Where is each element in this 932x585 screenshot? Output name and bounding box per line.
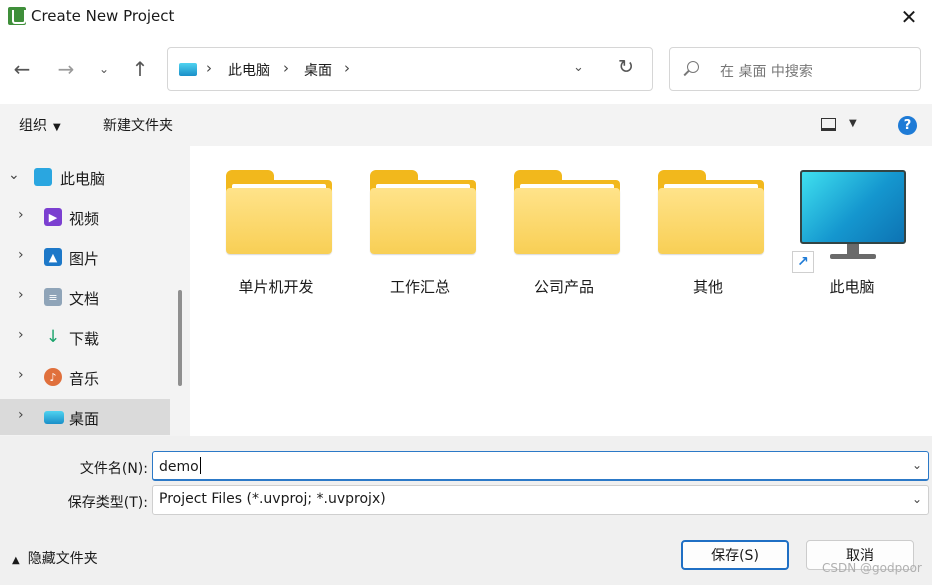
- caret-up-icon: ▲: [12, 555, 20, 566]
- music-icon: ♪: [44, 368, 62, 386]
- caret-down-icon: ▼: [53, 122, 61, 133]
- folder-icon: [226, 170, 332, 256]
- title-bar: Create New Project ✕: [0, 0, 932, 34]
- window-title: Create New Project: [31, 7, 175, 25]
- folder-item[interactable]: 公司产品: [502, 168, 626, 308]
- sidebar-scrollbar[interactable]: [178, 290, 182, 386]
- close-button[interactable]: ✕: [886, 0, 932, 34]
- forward-button[interactable]: →: [53, 56, 79, 82]
- chevron-right-icon[interactable]: ›: [18, 367, 24, 383]
- folder-item[interactable]: 单片机开发: [214, 168, 338, 308]
- view-options-caret[interactable]: ▼: [849, 118, 857, 129]
- save-button[interactable]: 保存(S): [681, 540, 789, 570]
- keil-app-icon: [8, 7, 26, 25]
- save-form-panel: 文件名(N): demo ⌄ 保存类型(T): Project Files (*…: [0, 436, 932, 585]
- chevron-down-icon[interactable]: ⌄: [8, 167, 20, 183]
- filename-label: 文件名(N):: [79, 461, 148, 477]
- sidebar-item-label: 下载: [69, 330, 100, 348]
- sidebar-item-label: 桌面: [69, 410, 100, 428]
- chevron-right-icon[interactable]: ›: [344, 59, 350, 77]
- hide-folders-toggle[interactable]: ▲ 隐藏文件夹: [12, 548, 98, 568]
- sidebar-item-desktop[interactable]: › 桌面: [0, 399, 170, 435]
- chevron-right-icon: ›: [206, 59, 212, 77]
- sidebar-item-label: 文档: [69, 290, 100, 308]
- address-history-dropdown[interactable]: ⌄: [573, 60, 584, 75]
- navigation-pane: ⌄ 此电脑 › ▶ 视频 › ▲ 图片 › ≡ 文档 › ↓ 下载 › ♪ 音乐…: [0, 146, 190, 436]
- chevron-down-icon[interactable]: ⌄: [912, 492, 922, 506]
- downloads-icon: ↓: [45, 327, 61, 347]
- sidebar-item-documents[interactable]: › ≡ 文档: [0, 279, 170, 315]
- back-button[interactable]: ←: [9, 56, 35, 82]
- folder-icon: [658, 170, 764, 256]
- command-bar: 组织 ▼ 新建文件夹 ▼ ?: [0, 104, 932, 146]
- sidebar-item-this-pc[interactable]: ⌄ 此电脑: [0, 159, 170, 195]
- refresh-icon[interactable]: ↻: [618, 56, 634, 78]
- sidebar-item-label: 此电脑: [60, 170, 106, 188]
- watermark-text: CSDN @godpoor: [822, 561, 922, 575]
- pictures-icon: ▲: [44, 248, 62, 266]
- folder-label: 其他: [692, 278, 723, 296]
- desktop-icon: [44, 411, 64, 424]
- folder-icon: [514, 170, 620, 256]
- folder-icon: [370, 170, 476, 256]
- filetype-label: 保存类型(T):: [67, 495, 148, 511]
- chevron-right-icon[interactable]: ›: [18, 247, 24, 263]
- folder-item[interactable]: 其他: [646, 168, 770, 308]
- breadcrumb-desktop[interactable]: 桌面: [304, 60, 332, 80]
- chevron-right-icon[interactable]: ›: [18, 327, 24, 343]
- shortcut-label: 此电脑: [829, 278, 875, 296]
- folder-label: 公司产品: [533, 278, 594, 296]
- sidebar-item-label: 视频: [69, 210, 100, 228]
- new-folder-button[interactable]: 新建文件夹: [103, 115, 173, 135]
- this-pc-shortcut-item[interactable]: 此电脑: [790, 168, 914, 308]
- search-box[interactable]: 在 桌面 中搜索: [669, 47, 921, 91]
- view-mode-icon[interactable]: [821, 118, 836, 131]
- sidebar-item-label: 图片: [69, 250, 100, 268]
- organize-menu[interactable]: 组织 ▼: [19, 115, 61, 135]
- chevron-right-icon[interactable]: ›: [18, 407, 24, 423]
- sidebar-item-pictures[interactable]: › ▲ 图片: [0, 239, 170, 275]
- hide-folders-label: 隐藏文件夹: [27, 551, 98, 567]
- organize-label: 组织: [19, 118, 47, 134]
- sidebar-item-label: 音乐: [69, 370, 100, 388]
- monitor-icon: [800, 170, 906, 260]
- file-list-view: 单片机开发 工作汇总 公司产品 其他 此电脑 ↗: [190, 146, 932, 436]
- search-input[interactable]: 在 桌面 中搜索: [720, 61, 813, 81]
- folder-item[interactable]: 工作汇总: [358, 168, 482, 308]
- chevron-right-icon: ›: [283, 59, 289, 77]
- search-icon: [687, 61, 699, 73]
- chevron-down-icon[interactable]: ⌄: [912, 458, 922, 472]
- sidebar-item-videos[interactable]: › ▶ 视频: [0, 199, 170, 235]
- video-icon: ▶: [44, 208, 62, 226]
- address-bar[interactable]: › 此电脑 › 桌面 › ⌄ ↻: [167, 47, 653, 91]
- pc-icon: [179, 63, 197, 76]
- filetype-select[interactable]: Project Files (*.uvproj; *.uvprojx) ⌄: [152, 485, 929, 515]
- filename-input[interactable]: demo: [159, 457, 201, 475]
- filename-field[interactable]: demo ⌄: [152, 451, 929, 481]
- folder-label: 单片机开发: [238, 278, 314, 296]
- navigation-row: ← → ⌄ ↑ › 此电脑 › 桌面 › ⌄ ↻ 在 桌面 中搜索: [0, 34, 932, 104]
- pc-icon: [34, 168, 52, 186]
- documents-icon: ≡: [44, 288, 62, 306]
- recent-locations-button[interactable]: ⌄: [91, 56, 117, 82]
- sidebar-item-downloads[interactable]: › ↓ 下载: [0, 319, 170, 355]
- up-button[interactable]: ↑: [127, 56, 153, 82]
- sidebar-item-music[interactable]: › ♪ 音乐: [0, 359, 170, 395]
- filetype-value: Project Files (*.uvproj; *.uvprojx): [159, 491, 386, 507]
- shortcut-arrow-icon: ↗: [792, 251, 814, 273]
- chevron-right-icon[interactable]: ›: [18, 287, 24, 303]
- folder-label: 工作汇总: [389, 278, 450, 296]
- breadcrumb-this-pc[interactable]: 此电脑: [228, 60, 270, 80]
- chevron-right-icon[interactable]: ›: [18, 207, 24, 223]
- help-icon[interactable]: ?: [898, 116, 917, 135]
